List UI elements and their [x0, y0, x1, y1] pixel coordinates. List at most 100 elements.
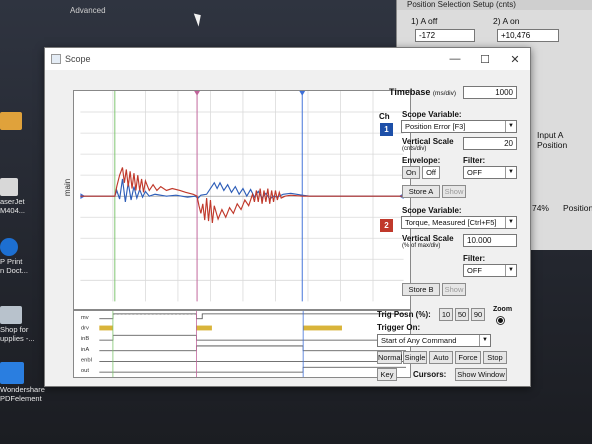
cursors-label: Cursors: [413, 370, 447, 379]
desktop-icon-hp-laserjet[interactable]: aserJet M404... [0, 178, 25, 215]
position-setup-title: Position Selection Setup (cnts) [397, 0, 592, 10]
desktop-icon-hp-print[interactable]: P Print n Doct... [0, 238, 28, 275]
dig-label-drv: drv [81, 325, 89, 331]
ch1-scope-var-value: Position Error [F3] [405, 122, 466, 131]
a-on-label: 2) A on [493, 16, 520, 26]
ch2-scope-var-value: Torque, Measured [Ctrl+F5] [405, 218, 497, 227]
trigger-on-select[interactable]: Start of Any Command ▼ [377, 334, 491, 347]
signal-out [99, 366, 407, 373]
zoom-label: Zoom [493, 306, 513, 313]
printer-icon [0, 178, 18, 196]
chevron-down-icon: ▼ [505, 217, 516, 228]
ch2-scope-var-select[interactable]: Torque, Measured [Ctrl+F5] ▼ [401, 216, 517, 229]
signal-mv [99, 313, 407, 320]
ch1-scope-var-select[interactable]: Position Error [F3] ▼ [401, 120, 517, 133]
ch1-vscale-unit: (cnts/div) [402, 146, 427, 152]
position-label: Position [537, 140, 568, 150]
ch2-vscale-unit: (% of max/div) [402, 243, 441, 249]
timebase-unit: (ms/div) [432, 90, 456, 97]
ch2-vscale-label: Vertical Scale [402, 234, 454, 243]
stop-button[interactable]: Stop [483, 351, 507, 364]
key-button[interactable]: Key [377, 368, 397, 381]
chevron-down-icon: ▼ [479, 335, 490, 346]
ch1-filter-value: OFF [467, 168, 482, 177]
a-on-field[interactable]: +10,476 [497, 29, 559, 42]
desktop-icon-label: Wondershare PDFelement [0, 385, 45, 403]
single-button[interactable]: Single [403, 351, 427, 364]
desktop-icon-wondershare[interactable]: Wondershare PDFelement [0, 362, 45, 403]
timebase-label: Timebase (ms/div) [389, 87, 456, 97]
scope-app-icon [51, 54, 61, 64]
zoom-radio[interactable] [496, 316, 505, 325]
chevron-down-icon: ▼ [505, 121, 516, 132]
trig-10-button[interactable]: 10 [439, 308, 453, 321]
scope-titlebar[interactable]: Scope — ☐ ✕ [45, 48, 530, 70]
scope-title: Scope [65, 54, 91, 64]
hp-logo-icon [0, 238, 18, 256]
trig-90-button[interactable]: 90 [471, 308, 485, 321]
plot-ylabel: main [63, 178, 73, 197]
normal-button[interactable]: Normal [377, 351, 402, 364]
input-a-label: Input A [537, 130, 564, 140]
dig-label-out: out [81, 368, 89, 374]
cursor-blue-icon [299, 91, 306, 96]
ch1-vscale-label: Vertical Scale [402, 137, 454, 146]
folder-icon [0, 112, 22, 130]
signal-drv-pulse-2 [196, 325, 212, 331]
dig-label-mv: mv [81, 315, 89, 321]
show-window-button[interactable]: Show Window [455, 368, 507, 381]
ch1-filter-label: Filter: [463, 156, 486, 165]
signal-drv-pulse-1 [99, 325, 113, 331]
ch1-vscale-input[interactable]: 20 [463, 137, 517, 150]
a-off-field[interactable]: -172 [415, 29, 475, 42]
scope-plot[interactable] [73, 90, 411, 310]
close-button[interactable]: ✕ [500, 53, 530, 66]
position-label-2: Position [563, 203, 592, 213]
ch1-scope-var-label: Scope Variable: [402, 110, 462, 119]
trig-50-button[interactable]: 50 [455, 308, 469, 321]
scope-window: Scope — ☐ ✕ main mv drv inB inA enbl out… [44, 47, 531, 387]
signal-drv-pulse-3 [303, 325, 342, 331]
trig-posn-label: Trig Posn (%): [377, 310, 431, 319]
timebase-input[interactable]: 1000 [463, 86, 517, 99]
digital-signals-plot[interactable]: mv drv inB inA enbl out [73, 310, 411, 378]
chevron-down-icon: ▼ [505, 167, 516, 178]
ch1-filter-select[interactable]: OFF ▼ [463, 166, 517, 179]
force-button[interactable]: Force [455, 351, 481, 364]
desktop-icon-label: aserJet M404... [0, 197, 26, 215]
ch2-store-button[interactable]: Store B [402, 283, 440, 296]
ch1-envelope-off-button[interactable]: Off [422, 166, 440, 179]
trigger-on-value: Start of Any Command [381, 336, 457, 345]
ch2-show-button[interactable]: Show [442, 283, 466, 296]
dig-label-enbl: enbl [81, 357, 92, 363]
signal-ina [99, 345, 407, 352]
ch2-filter-value: OFF [467, 266, 482, 275]
mouse-cursor-icon [193, 11, 205, 27]
maximize-button[interactable]: ☐ [470, 53, 500, 66]
desktop-icon-label: P Print n Doct... [0, 257, 28, 275]
desktop-icon-folder[interactable] [0, 112, 22, 131]
ch2-vscale-input[interactable]: 10.000 [463, 234, 517, 247]
ch2-trace [80, 167, 404, 224]
desktop-icon-label: Shop for upplies -... [0, 325, 35, 343]
trigger-marker-icon [194, 91, 200, 96]
trigger-on-label: Trigger On: [377, 323, 421, 332]
timebase-label-text: Timebase [389, 87, 431, 97]
ch-label: Ch [379, 112, 390, 121]
desktop-top-label: Advanced [70, 6, 106, 15]
desktop-icon-shop-supplies[interactable]: Shop for upplies -... [0, 306, 35, 343]
ch1-indicator[interactable]: 1 [380, 123, 393, 136]
minimize-button[interactable]: — [440, 53, 470, 66]
ch2-filter-label: Filter: [463, 254, 486, 263]
cartridge-icon [0, 306, 22, 324]
ch2-indicator[interactable]: 2 [380, 219, 393, 232]
a-off-label: 1) A off [411, 16, 438, 26]
ch2-scope-var-label: Scope Variable: [402, 206, 462, 215]
ch2-filter-select[interactable]: OFF ▼ [463, 264, 517, 277]
ch1-store-button[interactable]: Store A [402, 185, 440, 198]
ch1-show-button[interactable]: Show [442, 185, 466, 198]
ch1-envelope-on-button[interactable]: On [402, 166, 420, 179]
radio-dot-icon [498, 318, 503, 323]
signal-inb [99, 334, 407, 341]
auto-button[interactable]: Auto [429, 351, 453, 364]
